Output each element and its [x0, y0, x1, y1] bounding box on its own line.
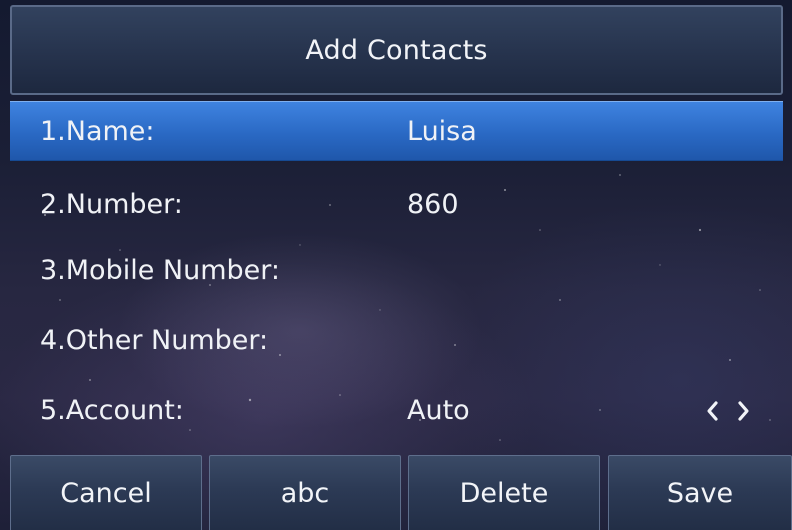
page-title: Add Contacts	[305, 34, 488, 66]
softkey-bar: Cancel abc Delete Save	[10, 455, 792, 530]
field-value-number[interactable]: 860	[407, 175, 459, 235]
field-row-mobile-number[interactable]: 3.Mobile Number:	[10, 241, 783, 301]
field-value-name[interactable]: Luisa	[407, 102, 477, 162]
chevron-right-icon[interactable]	[737, 400, 751, 422]
field-row-other-number[interactable]: 4.Other Number:	[10, 311, 783, 371]
chevron-left-icon[interactable]	[705, 400, 719, 422]
save-button[interactable]: Save	[608, 455, 792, 530]
field-label-mobile-number: 3.Mobile Number:	[40, 255, 280, 286]
field-row-number[interactable]: 2.Number: 860	[10, 175, 783, 235]
field-label-other-number: 4.Other Number:	[40, 325, 269, 356]
field-row-name[interactable]: 1.Name: Luisa	[10, 101, 783, 161]
input-mode-button[interactable]: abc	[209, 455, 401, 530]
delete-button[interactable]: Delete	[408, 455, 600, 530]
phone-screen: Add Contacts 1.Name: Luisa 2.Number: 860…	[0, 0, 792, 530]
account-switcher	[705, 381, 751, 441]
field-label-number: 2.Number:	[40, 189, 183, 220]
field-row-account[interactable]: 5.Account: Auto	[10, 381, 783, 441]
title-bar: Add Contacts	[10, 5, 783, 95]
field-label-account: 5.Account:	[40, 395, 184, 426]
field-label-name: 1.Name:	[40, 116, 155, 147]
cancel-button[interactable]: Cancel	[10, 455, 202, 530]
field-value-account[interactable]: Auto	[407, 381, 470, 441]
